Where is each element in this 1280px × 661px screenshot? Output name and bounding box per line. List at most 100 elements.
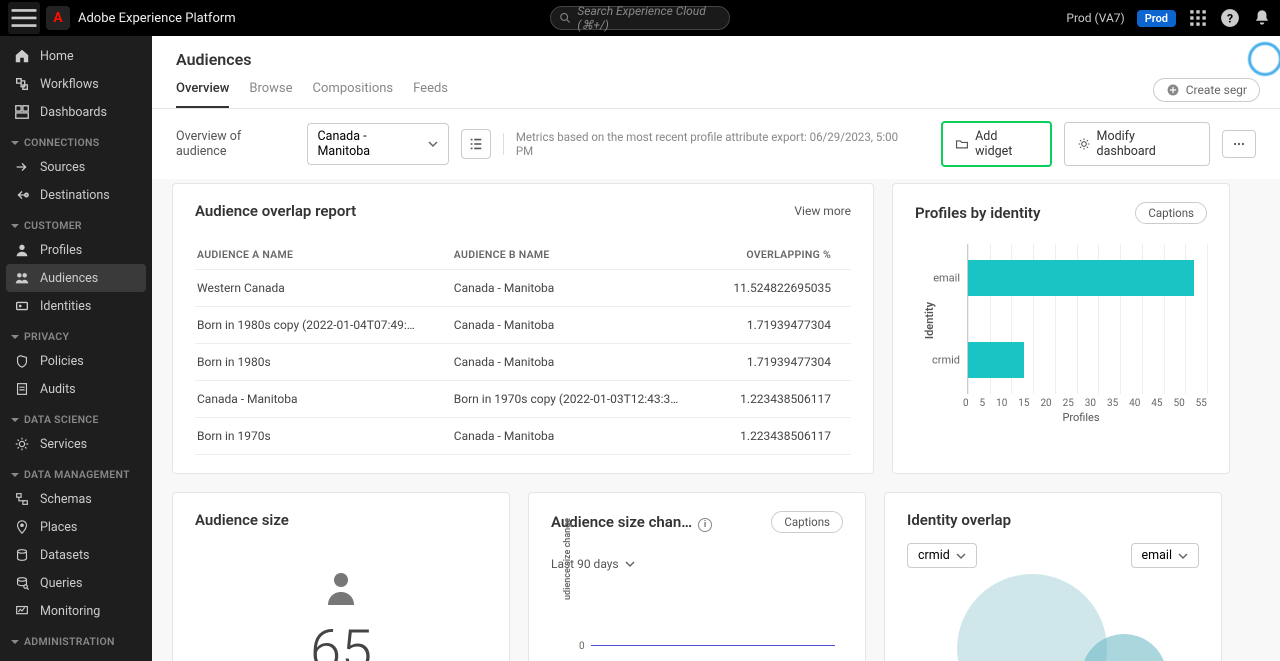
sidebar-label: Home bbox=[40, 49, 74, 64]
sidebar-section-privacy[interactable]: PRIVACY bbox=[0, 320, 152, 347]
sidebar-label: Policies bbox=[40, 354, 84, 369]
identity-bar-chart: Identity email crmid 0510152025303540455… bbox=[915, 234, 1207, 434]
audience-size-change-card: Audience size chan…i Captions Last 90 da… bbox=[528, 492, 866, 661]
cell: Western Canada bbox=[195, 270, 452, 307]
sidebar-item-policies[interactable]: Policies bbox=[0, 347, 152, 375]
sidebar-label: Profiles bbox=[40, 243, 82, 258]
cell: Canada - Manitoba bbox=[452, 307, 716, 344]
bar-email[interactable] bbox=[968, 260, 1194, 296]
focus-indicator-icon bbox=[1248, 42, 1280, 76]
sidebar-item-identities[interactable]: Identities bbox=[0, 292, 152, 320]
sidebar-item-places[interactable]: Places bbox=[0, 513, 152, 541]
help-icon[interactable]: ? bbox=[1220, 8, 1240, 28]
sidebar: Home Workflows Dashboards CONNECTIONS So… bbox=[0, 36, 152, 661]
list-view-button[interactable] bbox=[461, 129, 491, 159]
captions-button[interactable]: Captions bbox=[1135, 202, 1207, 224]
sidebar-item-services[interactable]: Services bbox=[0, 430, 152, 458]
tick-0: 0 bbox=[579, 641, 585, 652]
more-icon bbox=[1232, 137, 1246, 151]
search-icon bbox=[559, 11, 571, 25]
add-widget-label: Add widget bbox=[975, 129, 1037, 159]
size-change-chart: udience size change 0 bbox=[571, 590, 843, 661]
org-name[interactable]: Prod (VA7) bbox=[1066, 11, 1124, 25]
add-widget-button[interactable]: Add widget bbox=[941, 121, 1051, 167]
info-icon[interactable]: i bbox=[698, 518, 712, 532]
tab-browse[interactable]: Browse bbox=[249, 81, 292, 108]
bell-icon[interactable] bbox=[1252, 8, 1272, 28]
sidebar-item-dashboards[interactable]: Dashboards bbox=[0, 98, 152, 126]
venn-circle-email[interactable] bbox=[957, 574, 1107, 661]
cell: Canada - Manitoba bbox=[452, 270, 716, 307]
identity-overlap-card: Identity overlap crmid email bbox=[884, 492, 1222, 661]
audience-select[interactable]: Canada - Manitoba bbox=[307, 123, 449, 165]
more-button[interactable] bbox=[1222, 130, 1256, 158]
cell: Born in 1970s copy (2022-01-03T12:43:3… bbox=[452, 381, 716, 418]
sidebar-label: Monitoring bbox=[40, 604, 100, 619]
sidebar-item-audiences[interactable]: Audiences bbox=[6, 264, 146, 292]
sidebar-section-customer[interactable]: CUSTOMER bbox=[0, 209, 152, 236]
sidebar-section-datamgmt[interactable]: DATA MANAGEMENT bbox=[0, 458, 152, 485]
identity-select-a[interactable]: crmid bbox=[907, 543, 977, 568]
sidebar-label: Dashboards bbox=[40, 105, 107, 120]
view-more-link[interactable]: View more bbox=[794, 204, 851, 218]
plus-circle-icon bbox=[1166, 83, 1180, 97]
cell: 11.524822695035 bbox=[716, 270, 851, 307]
hamburger-menu[interactable] bbox=[8, 2, 40, 34]
sidebar-item-datasets[interactable]: Datasets bbox=[0, 541, 152, 569]
bar-crmid[interactable] bbox=[968, 342, 1024, 378]
y-axis-label: Identity bbox=[923, 302, 936, 339]
sidebar-label: Destinations bbox=[40, 188, 110, 203]
sidebar-item-monitoring[interactable]: Monitoring bbox=[0, 597, 152, 625]
modify-dashboard-label: Modify dashboard bbox=[1097, 129, 1198, 159]
table-row[interactable]: Western CanadaCanada - Manitoba11.524822… bbox=[195, 270, 851, 307]
bar-label-email: email bbox=[933, 272, 968, 285]
folder-plus-icon bbox=[955, 137, 969, 151]
sidebar-item-sources[interactable]: Sources bbox=[0, 153, 152, 181]
apps-icon[interactable] bbox=[1188, 8, 1208, 28]
product-name: Adobe Experience Platform bbox=[78, 11, 236, 26]
sidebar-item-schemas[interactable]: Schemas bbox=[0, 485, 152, 513]
table-row[interactable]: Born in 1980sCanada - Manitoba1.71939477… bbox=[195, 344, 851, 381]
create-segment-label: Create segr bbox=[1186, 83, 1247, 97]
sidebar-item-profiles[interactable]: Profiles bbox=[0, 236, 152, 264]
person-icon bbox=[323, 569, 359, 605]
cell: 1.223438506117 bbox=[716, 381, 851, 418]
table-row[interactable]: Born in 1970sCanada - Manitoba1.22343850… bbox=[195, 418, 851, 455]
create-segment-button[interactable]: Create segr bbox=[1153, 78, 1260, 102]
sidebar-item-workflows[interactable]: Workflows bbox=[0, 70, 152, 98]
audience-overlap-card: Audience overlap report View more AUDIEN… bbox=[172, 183, 874, 474]
main: Audiences Overview Browse Compositions F… bbox=[152, 36, 1280, 661]
sidebar-label: Schemas bbox=[40, 492, 92, 507]
adobe-logo: A bbox=[46, 6, 70, 30]
modify-dashboard-button[interactable]: Modify dashboard bbox=[1064, 122, 1210, 166]
tabs: Overview Browse Compositions Feeds bbox=[176, 81, 1256, 108]
bar-label-crmid: crmid bbox=[932, 354, 968, 367]
select-value: crmid bbox=[918, 548, 950, 563]
tab-compositions[interactable]: Compositions bbox=[313, 81, 394, 108]
card-title: Identity overlap bbox=[907, 511, 1011, 529]
captions-button[interactable]: Captions bbox=[771, 511, 843, 533]
sidebar-section-admin[interactable]: ADMINISTRATION bbox=[0, 625, 152, 652]
sidebar-label: Identities bbox=[40, 299, 91, 314]
sidebar-item-audits[interactable]: Audits bbox=[0, 375, 152, 403]
page-title: Audiences bbox=[176, 50, 1256, 69]
col-overlap: OVERLAPPING % bbox=[716, 230, 851, 270]
sidebar-label: Workflows bbox=[40, 77, 99, 92]
global-search[interactable]: Search Experience Cloud (⌘+/) bbox=[550, 6, 730, 30]
cell: Born in 1970s bbox=[195, 418, 452, 455]
sidebar-item-queries[interactable]: Queries bbox=[0, 569, 152, 597]
tab-feeds[interactable]: Feeds bbox=[413, 81, 448, 108]
tab-overview[interactable]: Overview bbox=[176, 81, 229, 108]
sidebar-section-connections[interactable]: CONNECTIONS bbox=[0, 126, 152, 153]
section-label: DATA MANAGEMENT bbox=[24, 468, 130, 481]
gear-icon bbox=[1077, 137, 1091, 151]
sidebar-section-datascience[interactable]: DATA SCIENCE bbox=[0, 403, 152, 430]
chevron-down-icon bbox=[428, 139, 438, 149]
table-row[interactable]: Born in 1980s copy (2022-01-04T07:49:…Ca… bbox=[195, 307, 851, 344]
line-series bbox=[591, 645, 835, 646]
table-row[interactable]: Canada - ManitobaBorn in 1970s copy (202… bbox=[195, 381, 851, 418]
sidebar-item-destinations[interactable]: Destinations bbox=[0, 181, 152, 209]
identity-select-b[interactable]: email bbox=[1131, 543, 1199, 568]
section-label: PRIVACY bbox=[24, 330, 69, 343]
sidebar-item-home[interactable]: Home bbox=[0, 42, 152, 70]
